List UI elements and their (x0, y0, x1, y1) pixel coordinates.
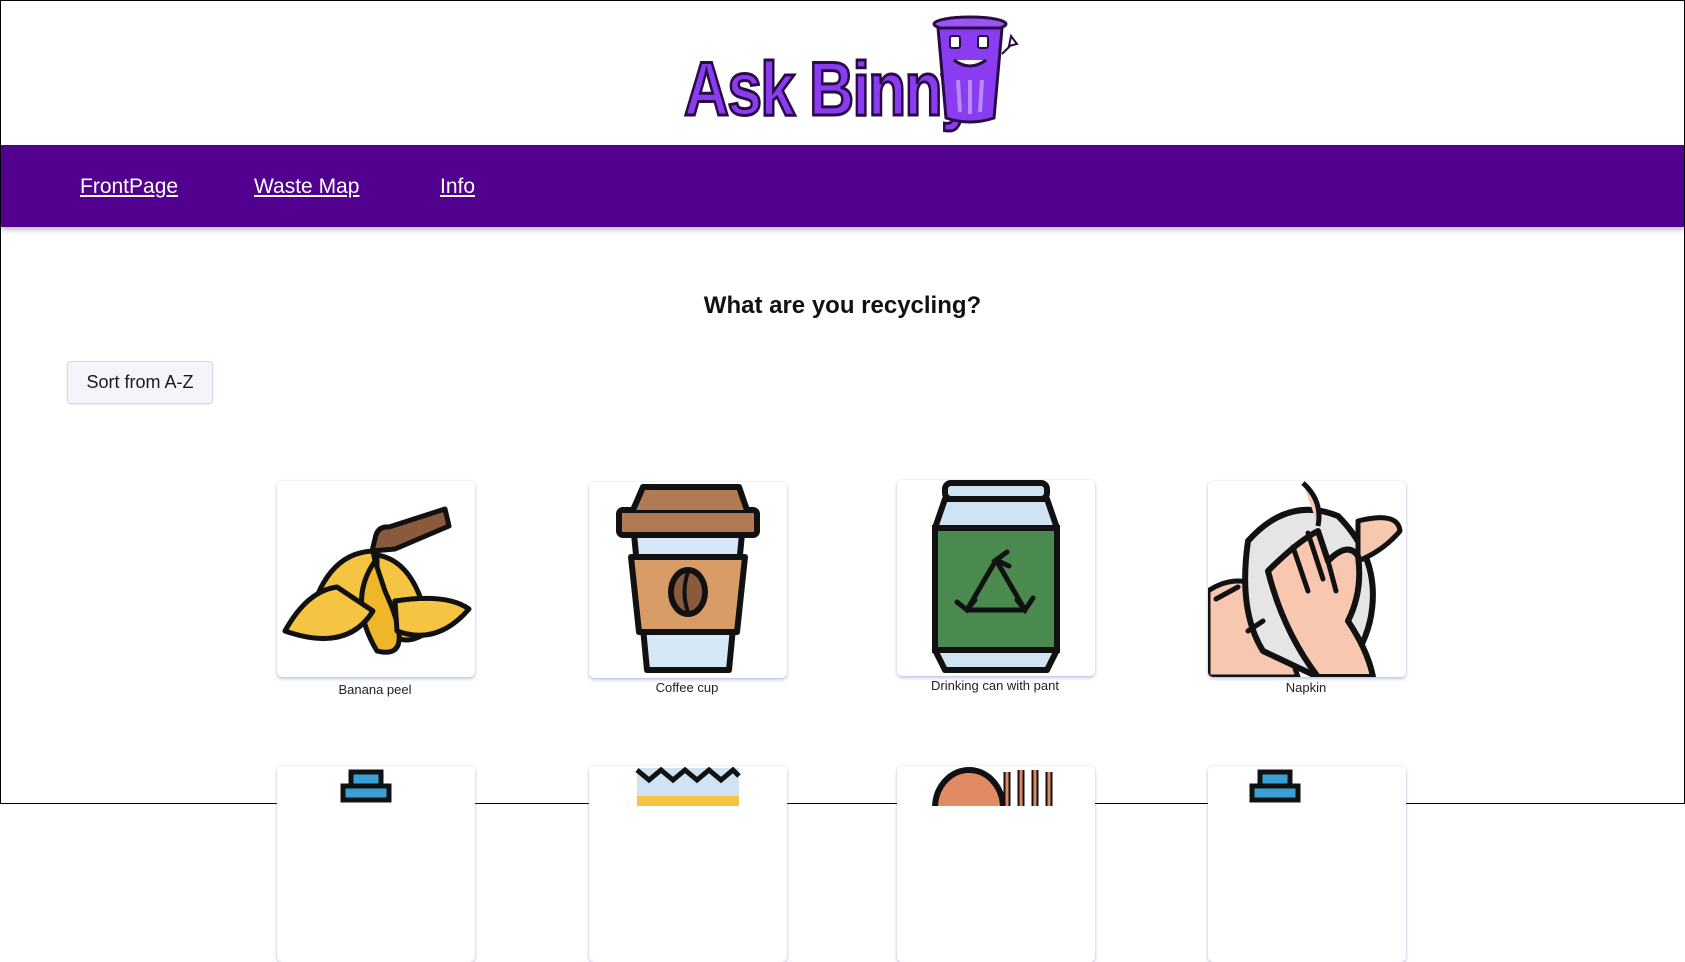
page-heading: What are you recycling? (703, 292, 982, 319)
item-label-banana-peel: Banana peel (338, 682, 412, 697)
bottle-icon (340, 769, 392, 803)
item-card-banana-peel[interactable] (277, 481, 475, 677)
item-card-drinking-can[interactable] (897, 480, 1095, 676)
item-label-napkin: Napkin (1285, 680, 1327, 695)
nav-link-info[interactable]: Info (440, 175, 475, 199)
item-card-row2-1[interactable] (277, 766, 475, 962)
main-navbar: FrontPage Waste Map Info (1, 145, 1684, 227)
coffee-cup-icon (616, 484, 760, 673)
nav-link-waste-map[interactable]: Waste Map (254, 175, 359, 199)
napkin-icon (1208, 481, 1403, 677)
nav-link-frontpage[interactable]: FrontPage (80, 175, 178, 199)
item-card-coffee-cup[interactable] (589, 482, 787, 678)
sort-az-button[interactable]: Sort from A-Z (67, 361, 213, 404)
bottle-icon (1249, 769, 1301, 803)
ask-binny-logo[interactable]: Ask Binny (683, 14, 1024, 136)
item-label-drinking-can: Drinking can with pant (931, 678, 1059, 693)
chip-bag-icon (635, 766, 741, 806)
drinking-can-icon (932, 480, 1060, 673)
item-label-coffee-cup: Coffee cup (655, 680, 719, 695)
banana-peel-icon (282, 506, 472, 655)
egg-and-fork-icon (932, 767, 1053, 806)
item-card-row2-4[interactable] (1208, 766, 1406, 962)
item-card-napkin[interactable] (1208, 481, 1406, 677)
item-card-row2-3[interactable] (897, 766, 1095, 962)
binny-mascot-icon (932, 15, 1019, 124)
item-card-row2-2[interactable] (589, 766, 787, 962)
